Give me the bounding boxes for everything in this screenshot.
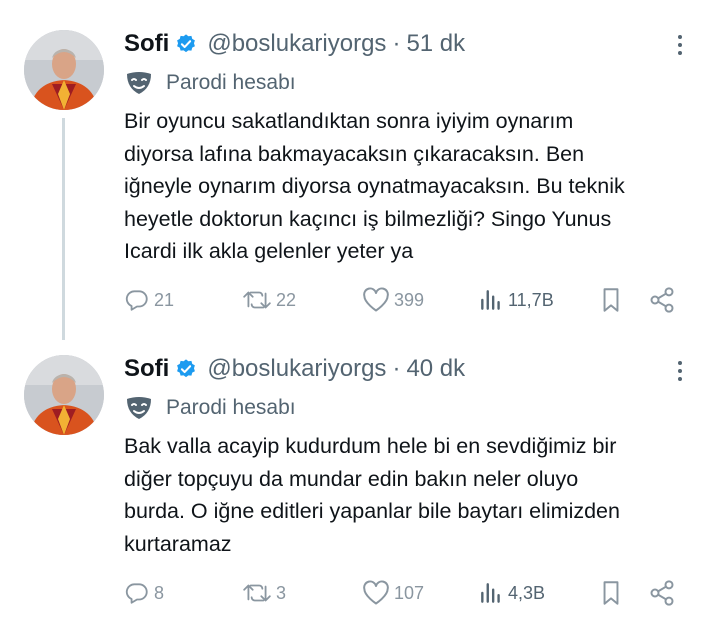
views-chart-icon xyxy=(481,583,500,603)
reply-count: 8 xyxy=(154,582,165,603)
reply-count: 21 xyxy=(154,289,175,310)
share-button[interactable] xyxy=(648,575,676,611)
share-button[interactable] xyxy=(648,282,676,318)
verified-badge-icon xyxy=(175,358,197,380)
parody-label: Parodi hesabı xyxy=(124,393,296,423)
thread-connector-line xyxy=(62,118,65,340)
tweet[interactable]: Sofi @boslukariyorgs · 51 dk Parodi hesa… xyxy=(0,0,720,340)
parody-mask-icon xyxy=(124,395,154,421)
heart-icon xyxy=(363,287,389,312)
like-button[interactable]: 107 xyxy=(362,575,424,611)
separator-dot: · xyxy=(392,355,401,382)
author-name[interactable]: Sofi xyxy=(124,30,169,58)
views-count: 4,3B xyxy=(508,582,546,603)
views-button[interactable]: 11,7B xyxy=(478,282,554,318)
reply-button[interactable]: 21 xyxy=(124,282,174,318)
parody-label: Parodi hesabı xyxy=(124,68,296,98)
bookmark-button[interactable] xyxy=(598,575,624,611)
author-handle[interactable]: @boslukariyorgs xyxy=(207,30,386,58)
tweet-text: Bir oyuncu sakatlandıktan sonra iyiyim o… xyxy=(124,109,625,263)
bookmark-icon xyxy=(603,288,619,312)
retweet-icon xyxy=(243,584,271,602)
like-button[interactable]: 399 xyxy=(362,282,424,318)
tweet-header: Sofi @boslukariyorgs · 51 dk xyxy=(124,28,465,60)
heart-icon xyxy=(363,580,389,605)
bookmark-icon xyxy=(603,581,619,605)
separator-dot: · xyxy=(392,30,401,57)
views-button[interactable]: 4,3B xyxy=(478,575,545,611)
reply-icon xyxy=(125,290,148,311)
tweet[interactable]: Sofi @boslukariyorgs · 40 dk Parodi hesa… xyxy=(0,330,720,625)
verified-badge-icon xyxy=(175,33,197,55)
views-chart-icon xyxy=(481,290,500,310)
like-count: 107 xyxy=(394,582,425,603)
retweet-count: 3 xyxy=(276,582,287,603)
retweet-button[interactable]: 3 xyxy=(242,575,286,611)
author-name[interactable]: Sofi xyxy=(124,355,169,383)
retweet-icon xyxy=(243,291,271,309)
author-handle[interactable]: @boslukariyorgs xyxy=(207,355,386,383)
tweet-actions: 8 3 107 4,3B xyxy=(124,575,694,611)
views-count: 11,7B xyxy=(508,289,554,310)
avatar[interactable] xyxy=(24,355,104,435)
like-count: 399 xyxy=(394,289,425,310)
bookmark-button[interactable] xyxy=(598,282,624,318)
timestamp[interactable]: 40 dk xyxy=(406,355,465,383)
more-vertical-icon[interactable] xyxy=(670,30,690,60)
parody-label-text: Parodi hesabı xyxy=(166,71,296,94)
avatar[interactable] xyxy=(24,30,104,110)
more-vertical-icon[interactable] xyxy=(670,356,690,386)
share-icon xyxy=(650,287,674,313)
reply-button[interactable]: 8 xyxy=(124,575,164,611)
reply-icon xyxy=(125,583,148,604)
retweet-button[interactable]: 22 xyxy=(242,282,296,318)
parody-mask-icon xyxy=(124,70,154,96)
tweet-text: Bak valla acayip kudurdum hele bi en sev… xyxy=(124,434,620,556)
retweet-count: 22 xyxy=(276,289,297,310)
share-icon xyxy=(650,580,674,606)
timestamp[interactable]: 51 dk xyxy=(406,30,465,58)
parody-label-text: Parodi hesabı xyxy=(166,396,296,419)
tweet-header: Sofi @boslukariyorgs · 40 dk xyxy=(124,353,465,385)
tweet-actions: 21 22 399 11,7B xyxy=(124,282,694,318)
